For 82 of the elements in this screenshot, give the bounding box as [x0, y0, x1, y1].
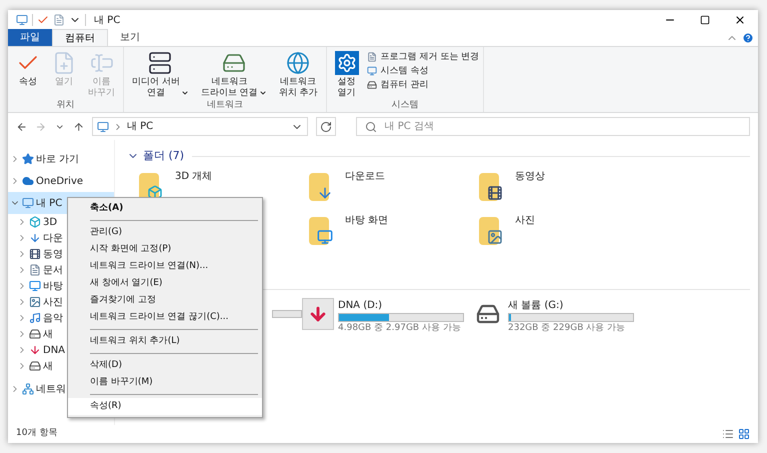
menu-item[interactable]: 즐겨찾기에 고정 [68, 292, 262, 309]
document-icon [366, 52, 377, 62]
ribbon-tab[interactable]: 보기 [108, 29, 152, 46]
computer-icon [96, 120, 109, 132]
settings-icon [334, 51, 359, 75]
address-bar[interactable]: 내 PC [92, 117, 308, 136]
search-icon [364, 120, 377, 132]
help-icon[interactable] [742, 32, 754, 44]
open-file-icon [52, 51, 76, 75]
drive-usage-bar [272, 310, 302, 318]
desktop-icon [29, 280, 41, 292]
up-icon[interactable] [72, 120, 84, 132]
free-space-text: 232GB 중 229GB 사용 가능 [508, 322, 626, 334]
cube-icon [29, 216, 41, 228]
search-field[interactable]: 내 PC 검색 [356, 117, 750, 136]
menu-item[interactable]: 관리(G) [68, 224, 262, 241]
computer-icon [366, 66, 377, 76]
item-count: 10개 항목 [16, 427, 58, 440]
rename-icon [90, 51, 114, 75]
menu-item[interactable]: 시작 화면에 고정(P) [68, 241, 262, 258]
folder-name[interactable]: 3D 개체 [175, 168, 212, 184]
drive-icon [29, 328, 41, 340]
ribbon-button[interactable]: 네트워크 드라이브 연결 [196, 51, 271, 99]
menu-item[interactable]: 네트워크 위치 추가(L) [68, 333, 262, 350]
dropdown-caret-icon [258, 89, 267, 97]
refresh-button[interactable] [316, 117, 336, 136]
document-icon [29, 264, 41, 276]
close-icon[interactable] [734, 14, 746, 26]
section-header[interactable]: 폴더 (7) [143, 148, 184, 164]
window-title: 내 PC [94, 14, 120, 28]
folder-name[interactable]: 동영상 [515, 168, 545, 184]
film-icon [29, 248, 41, 260]
drive-name[interactable]: DNA (D:) [338, 298, 464, 312]
photo-icon [29, 296, 41, 308]
search-input[interactable]: 내 PC 검색 [384, 119, 742, 134]
ribbon-small-button[interactable]: 프로그램 제거 또는 변경 [366, 51, 480, 63]
refresh-icon [320, 120, 332, 132]
menu-item[interactable]: 네트워크 드라이브 연결(N)... [68, 258, 262, 275]
forward-icon[interactable] [35, 120, 47, 132]
free-space-text: 4.98GB 중 2.97GB 사용 가능 [338, 322, 462, 334]
network-drive-icon [222, 51, 246, 75]
nav-item[interactable]: OneDrive [8, 170, 114, 192]
ribbon-button[interactable]: 네트워크 위치 추가 [274, 51, 322, 99]
folder-name[interactable]: 사진 [515, 212, 535, 228]
folder-name[interactable]: 바탕 화면 [345, 212, 388, 228]
group-label: 네트워크 [206, 99, 244, 112]
maximize-icon[interactable] [700, 15, 710, 25]
network-location-icon [286, 51, 310, 75]
dropdown-caret-icon [180, 89, 189, 97]
removable-drive-icon [302, 298, 334, 330]
ribbon-button[interactable]: 설정 열기 [330, 51, 363, 99]
ribbon-small-button[interactable]: 시스템 속성 [366, 65, 480, 77]
menu-item[interactable]: 삭제(D) [68, 357, 262, 374]
ribbon-tab[interactable]: 컴퓨터 [52, 29, 108, 46]
menu-item[interactable]: 속성(R) [68, 398, 262, 415]
ribbon-tab[interactable]: 파일 [8, 29, 52, 46]
back-icon[interactable] [16, 120, 28, 132]
menu-item[interactable]: 새 창에서 열기(E) [68, 275, 262, 292]
drive-icon [29, 360, 41, 372]
menu-item[interactable]: 네트워크 드라이브 연결 끊기(C)... [68, 309, 262, 326]
arrow-down-icon [29, 344, 41, 356]
cloud-icon [22, 175, 34, 187]
download-arrow-icon [29, 232, 41, 244]
drive-name[interactable]: 새 볼륨 (G:) [508, 298, 634, 312]
group-label: 위치 [56, 99, 76, 112]
group-label: 시스템 [390, 99, 420, 112]
menu-item[interactable]: 이름 바꾸기(M) [68, 374, 262, 391]
ribbon-button[interactable]: 속성 [12, 51, 44, 88]
media-server-icon [148, 51, 172, 75]
document-icon[interactable] [53, 14, 65, 26]
network-icon [22, 383, 34, 395]
ribbon-small-button[interactable]: 컴퓨터 관리 [366, 79, 480, 91]
nav-item[interactable]: 바로 가기 [8, 148, 114, 170]
large-icons-view-icon[interactable] [738, 428, 750, 440]
computer-icon [16, 14, 28, 26]
folder-name[interactable]: 다운로드 [345, 168, 385, 184]
star-icon [22, 153, 34, 165]
ribbon-button[interactable]: 미디어 서버 연결 [128, 51, 193, 99]
drive-icon [366, 80, 377, 90]
breadcrumb[interactable]: 내 PC [126, 119, 154, 134]
computer-icon [22, 197, 34, 209]
music-note-icon [29, 312, 41, 324]
